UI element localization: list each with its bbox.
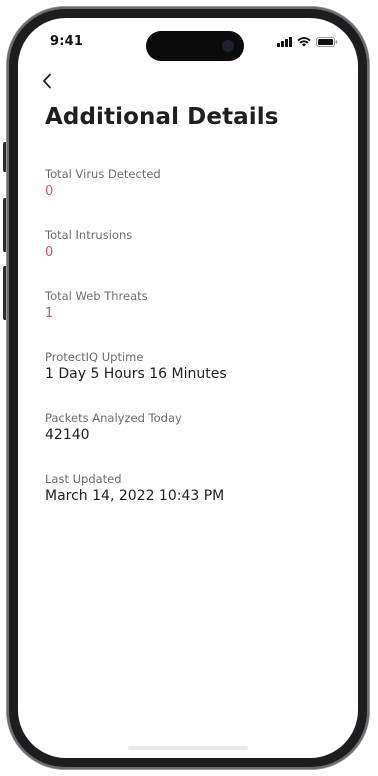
detail-label: Last Updated: [45, 472, 122, 486]
detail-value: 0: [45, 184, 54, 199]
battery-icon: [316, 37, 338, 47]
detail-protectiq-uptime: ProtectIQ Uptime 1 Day 5 Hours 16 Minute…: [45, 349, 335, 410]
detail-total-intrusions: Total Intrusions 0: [45, 227, 335, 288]
detail-label: ProtectIQ Uptime: [45, 350, 144, 364]
detail-value: 1: [45, 306, 54, 321]
detail-last-updated: Last Updated March 14, 2022 10:43 PM: [45, 471, 335, 532]
detail-label: Total Intrusions: [45, 228, 133, 242]
detail-packets-analyzed-today: Packets Analyzed Today 42140: [45, 410, 335, 471]
device-mockup: 9:41 Additional Details Total Virus Dete…: [0, 0, 378, 776]
front-camera: [222, 40, 234, 52]
detail-label: Packets Analyzed Today: [45, 411, 182, 425]
chevron-left-icon: [42, 73, 52, 93]
detail-label: Total Web Threats: [45, 289, 148, 303]
home-indicator: [128, 746, 248, 750]
wifi-icon: [297, 37, 311, 47]
details-list: Total Virus Detected 0 Total Intrusions …: [45, 166, 335, 532]
status-time: 9:41: [50, 34, 84, 49]
detail-total-web-threats: Total Web Threats 1: [45, 288, 335, 349]
detail-value: 42140: [45, 427, 90, 443]
status-bar: 9:41: [18, 18, 358, 68]
page-title: Additional Details: [45, 104, 279, 130]
detail-value: 1 Day 5 Hours 16 Minutes: [45, 366, 227, 382]
detail-value: 0: [45, 245, 54, 260]
cellular-signal-icon: [277, 37, 292, 47]
dynamic-island: [146, 31, 244, 61]
detail-value: March 14, 2022 10:43 PM: [45, 488, 225, 504]
status-icons: [277, 35, 338, 47]
screen: 9:41 Additional Details Total Virus Dete…: [18, 18, 358, 758]
detail-label: Total Virus Detected: [45, 167, 161, 181]
back-button[interactable]: [42, 72, 64, 94]
detail-total-virus-detected: Total Virus Detected 0: [45, 166, 335, 227]
